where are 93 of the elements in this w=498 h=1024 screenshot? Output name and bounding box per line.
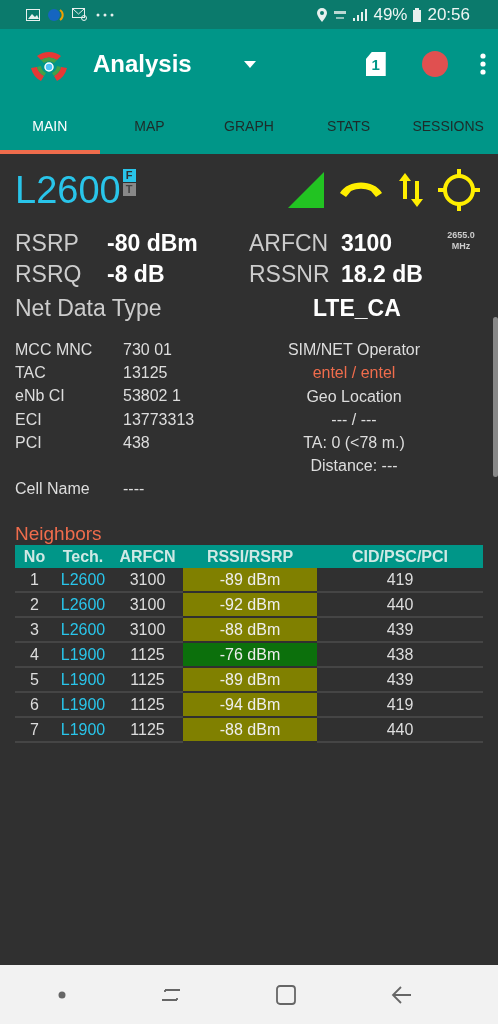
section-title: Neighbors (15, 523, 103, 546)
signal-cell: -88 dBm (183, 618, 317, 644)
table-cell: L2600 (54, 568, 112, 594)
more-icon (96, 12, 114, 17)
image-icon (26, 8, 40, 21)
signal-cell: -89 dBm (183, 568, 317, 594)
metric-value: -8 dB (107, 261, 165, 288)
table-cell: 440 (317, 593, 483, 619)
sim-card-icon[interactable]: 1 (365, 52, 386, 76)
app-title[interactable]: Analysis (93, 50, 192, 78)
table-cell: L1900 (54, 668, 112, 694)
table-cell: 419 (317, 693, 483, 719)
detail-label: eNb CI (15, 387, 66, 406)
table-cell: 438 (317, 643, 483, 669)
tab[interactable]: GRAPH (199, 99, 299, 154)
mail-settings-icon (72, 8, 88, 21)
detail-value: 438 (123, 433, 151, 452)
location-pin-icon (317, 7, 328, 22)
table-cell: 5 (15, 668, 54, 694)
metric-value: 3100 (341, 230, 393, 257)
table-cell: 4 (15, 643, 54, 669)
detail-label: TAC (15, 363, 47, 382)
globe-icon (48, 7, 64, 22)
detail-label: PCI (15, 433, 43, 452)
location-text: Geo Location (306, 386, 402, 407)
table-cell: L1900 (54, 718, 112, 744)
detail-value: 13125 (123, 363, 169, 382)
tab[interactable]: SESSIONS (398, 99, 498, 154)
back-icon (390, 985, 411, 1004)
metric-label: RSRP (15, 230, 80, 257)
operator-name: entel / entel (312, 363, 396, 384)
tab[interactable]: MAP (99, 99, 200, 154)
table-cell: 439 (317, 668, 483, 694)
metric-label: RSSNR (249, 261, 331, 288)
table-cell: 419 (317, 568, 483, 594)
band-name: L2600 (15, 168, 121, 212)
phone-icon (338, 181, 384, 199)
signal-cell: -89 dBm (183, 668, 317, 694)
location-text: --- / --- (331, 409, 377, 430)
column-header: CID/PSC/PCI (317, 545, 483, 569)
metric-value: 18.2 dB (341, 261, 423, 288)
metric-label: ARFCN (249, 230, 330, 257)
band-badge: F (122, 168, 136, 182)
column-header: No (15, 545, 54, 569)
location-text: TA: 0 (<78 m.) (303, 433, 405, 454)
band-badge: T (122, 182, 136, 196)
data-arrows-icon (398, 173, 424, 207)
signal-strength-icon (288, 172, 324, 208)
battery-percent: 49% (373, 4, 408, 25)
table-cell: 440 (317, 718, 483, 744)
table-cell: 7 (15, 718, 54, 744)
dot-icon (57, 990, 66, 999)
signal-bars-icon (353, 8, 368, 21)
signal-cell: -76 dBm (183, 643, 317, 669)
column-header: Tech. (54, 545, 112, 569)
table-cell: 2 (15, 593, 54, 619)
metric-value: -80 dBm (107, 230, 198, 257)
table-cell: 439 (317, 618, 483, 644)
metric-label: RSRQ (15, 261, 83, 288)
battery-icon (413, 7, 422, 22)
crosshair-icon (438, 169, 480, 211)
dropdown-caret-icon (243, 60, 256, 68)
table-cell: 6 (15, 693, 54, 719)
location-text: Distance: --- (310, 456, 398, 477)
overflow-menu-icon (479, 53, 486, 75)
home-icon (275, 984, 296, 1005)
table-cell: L1900 (54, 693, 112, 719)
frequency-value: 2655.0 (447, 230, 475, 241)
location-text: SIM/NET Operator (287, 340, 421, 360)
table-cell: 3 (15, 618, 54, 644)
signal-cell: -88 dBm (183, 718, 317, 744)
detail-value: 13773313 (123, 410, 196, 429)
signal-cell: -92 dBm (183, 593, 317, 619)
signal-cell: -94 dBm (183, 693, 317, 719)
detail-label: Cell Name (15, 480, 91, 499)
record-button[interactable] (421, 51, 448, 77)
metric-value: LTE_CA (313, 294, 401, 322)
detail-value: ---- (123, 480, 146, 499)
table-cell: L2600 (54, 618, 112, 644)
table-cell: L1900 (54, 643, 112, 669)
tab[interactable]: MAIN (0, 99, 100, 154)
table-cell: 1 (15, 568, 54, 594)
metric-label: Net Data Type (15, 294, 163, 322)
frequency-unit: MHz (451, 241, 471, 252)
table-cell: L2600 (54, 593, 112, 619)
column-header: ARFCN (112, 545, 183, 569)
detail-value: 53802 1 (123, 387, 182, 406)
detail-label: MCC MNC (15, 340, 94, 359)
detail-label: ECI (15, 410, 43, 429)
tab[interactable]: STATS (298, 99, 399, 154)
clock: 20:56 (427, 4, 470, 25)
column-header: RSSI/RSRP (183, 545, 317, 569)
detail-value: 730 01 (123, 340, 173, 359)
